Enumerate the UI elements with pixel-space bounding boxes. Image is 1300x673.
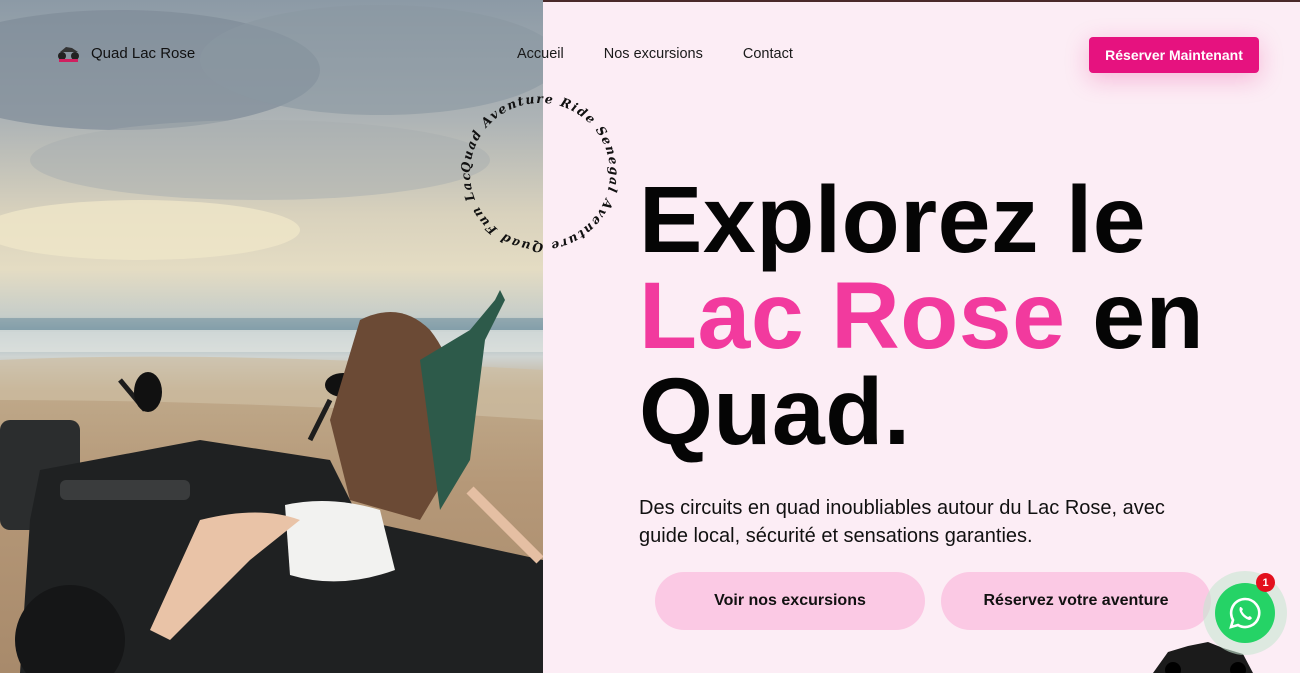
main-nav: Accueil Nos excursions Contact [517, 46, 793, 62]
brand-logo[interactable]: Quad Lac Rose [56, 44, 195, 62]
brand-name: Quad Lac Rose [91, 44, 196, 62]
headline-after-pink: en [1065, 263, 1205, 369]
headline-pink: Lac Rose [639, 263, 1066, 369]
notification-badge: 1 [1256, 573, 1275, 592]
headline-line3: Quad. [639, 359, 911, 465]
view-excursions-button[interactable]: Voir nos excursions [655, 572, 925, 630]
headline-line1: Explorez le [639, 167, 1147, 273]
hero-headline: Explorez le Lac Rose en Quad. [639, 172, 1279, 460]
hero-subtitle: Des circuits en quad inoubliables autour… [639, 497, 1165, 547]
nav-link-excursions[interactable]: Nos excursions [604, 46, 703, 62]
nav-link-accueil[interactable]: Accueil [517, 46, 564, 62]
top-border [543, 0, 1300, 2]
whatsapp-button[interactable] [1215, 583, 1275, 643]
reserve-now-button[interactable]: Réserver Maintenant [1089, 37, 1259, 73]
quad-logo-icon [58, 47, 79, 62]
nav-link-contact[interactable]: Contact [743, 46, 793, 62]
circular-text-badge: Quad Aventure Ride Senegal Aventure Quad… [455, 88, 622, 255]
circular-text: Quad Aventure Ride Senegal Aventure Quad… [455, 88, 621, 255]
svg-text:Quad Aventure Ride Senegal Ave: Quad Aventure Ride Senegal Aventure Quad… [455, 88, 622, 255]
book-adventure-button[interactable]: Réservez votre aventure [941, 572, 1211, 630]
whatsapp-icon [1229, 597, 1261, 629]
